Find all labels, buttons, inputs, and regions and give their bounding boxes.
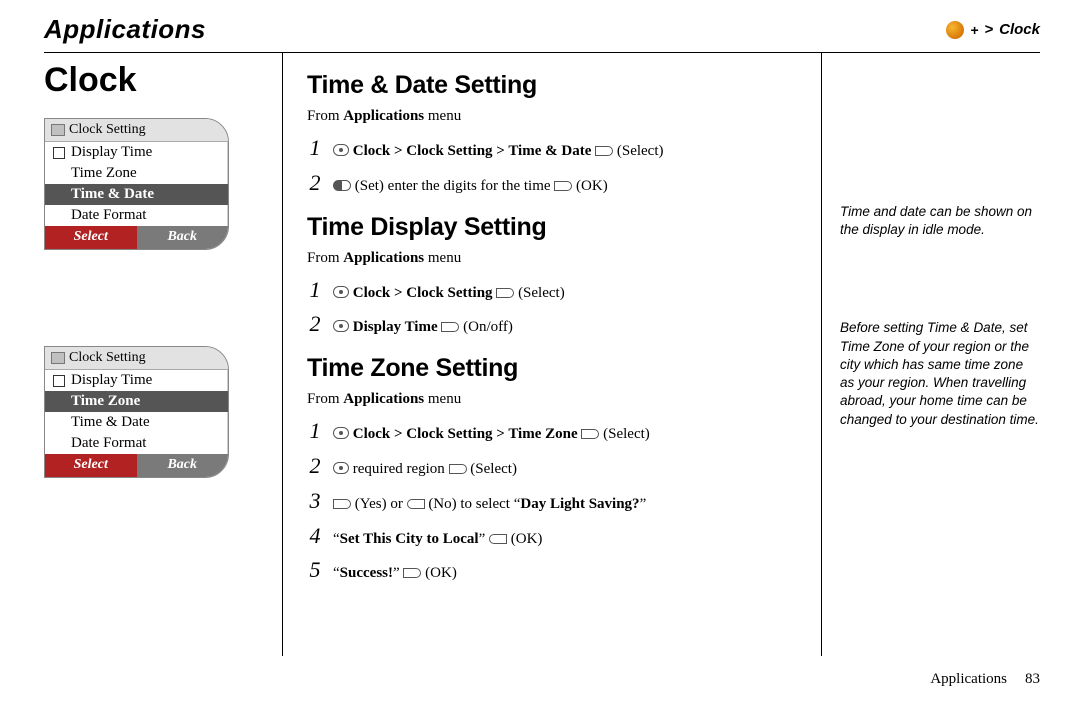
from-line: From Applications menu [307,391,797,408]
section-heading: Time Zone Setting [307,354,797,383]
nav-key-icon [333,286,349,298]
left-softkey-icon [595,146,613,156]
step-num: 5 [307,555,323,586]
step-num: 4 [307,521,323,552]
left-softkey-icon [496,288,514,298]
clock-setting-icon [51,124,65,136]
page-title: Clock [44,61,282,100]
right-softkey-icon [407,499,425,509]
step-body: required region (Select) [333,459,797,480]
globe-icon [946,21,964,39]
phone-softkeys: Select Back [45,454,228,477]
phone-screenshot-2: Clock Setting Display Time Time Zone Tim… [44,346,229,478]
phone-row: Display Time [45,142,228,163]
phone-row: Display Time [45,370,228,391]
clock-setting-icon [51,352,65,364]
page-header: Applications + > Clock [44,14,1040,45]
step: 1 Clock > Clock Setting > Time & Date (S… [307,133,797,164]
side-note: Time and date can be shown on the displa… [840,203,1040,239]
phone-title: Clock Setting [69,350,146,366]
phone-titlebar: Clock Setting [45,347,228,370]
phone-row: Time Zone [45,163,228,184]
step-body: Clock > Clock Setting (Select) [333,283,797,304]
step-num: 2 [307,168,323,199]
step: 2 (Set) enter the digits for the time (O… [307,168,797,199]
phone-row-selected: Time & Date [45,184,228,205]
softkey-select: Select [45,226,137,249]
step-num: 2 [307,451,323,482]
phone-row: Date Format [45,433,228,454]
step: 1 Clock > Clock Setting (Select) [307,275,797,306]
left-softkey-icon [581,429,599,439]
step: 3 (Yes) or (No) to select “Day Light Sav… [307,486,797,517]
footer-section: Applications [930,671,1007,688]
chevron-right-icon: > [984,21,993,38]
step-num: 2 [307,309,323,340]
left-softkey-icon [333,499,351,509]
softkey-back: Back [137,454,229,477]
notes-column: Time and date can be shown on the displa… [822,53,1040,656]
phone-title: Clock Setting [69,122,146,138]
phone-titlebar: Clock Setting [45,119,228,142]
nav-key-icon [333,462,349,474]
breadcrumb: + > Clock [946,21,1040,39]
step: 2 required region (Select) [307,451,797,482]
phone-row-selected: Time Zone [45,391,228,412]
breadcrumb-label: Clock [999,21,1040,38]
side-note: Before setting Time & Date, set Time Zon… [840,319,1040,428]
side-key-icon [333,180,351,191]
step-body: “Set This City to Local” (OK) [333,529,797,550]
section-title: Applications [44,14,206,45]
plus-icon: + [970,22,978,38]
left-softkey-icon [449,464,467,474]
step-num: 1 [307,275,323,306]
section-heading: Time & Date Setting [307,71,797,100]
phone-screenshot-1: Clock Setting Display Time Time Zone Tim… [44,118,229,250]
step-num: 1 [307,133,323,164]
checkbox-icon [53,375,65,387]
softkey-back: Back [137,226,229,249]
left-softkey-icon [441,322,459,332]
from-line: From Applications menu [307,250,797,267]
step-body: Display Time (On/off) [333,317,797,338]
step-body: (Yes) or (No) to select “Day Light Savin… [333,494,797,515]
phone-softkeys: Select Back [45,226,228,249]
step: 4 “Set This City to Local” (OK) [307,521,797,552]
page-number: 83 [1025,671,1040,688]
page-footer: Applications 83 [930,671,1040,688]
nav-key-icon [333,427,349,439]
step-num: 1 [307,416,323,447]
checkbox-icon [53,147,65,159]
nav-key-icon [333,320,349,332]
step-body: Clock > Clock Setting > Time Zone (Selec… [333,424,797,445]
section-heading: Time Display Setting [307,213,797,242]
page-body: Clock Clock Setting Display Time Time Zo… [44,52,1040,656]
nav-key-icon [333,144,349,156]
step-body: (Set) enter the digits for the time (OK) [333,176,797,197]
step-body: “Success!” (OK) [333,563,797,584]
step: 2 Display Time (On/off) [307,309,797,340]
left-column: Clock Clock Setting Display Time Time Zo… [44,53,282,656]
step-body: Clock > Clock Setting > Time & Date (Sel… [333,141,797,162]
step: 1 Clock > Clock Setting > Time Zone (Sel… [307,416,797,447]
step: 5 “Success!” (OK) [307,555,797,586]
left-softkey-icon [403,568,421,578]
from-line: From Applications menu [307,108,797,125]
step-num: 3 [307,486,323,517]
right-softkey-icon [489,534,507,544]
softkey-select: Select [45,454,137,477]
left-softkey-icon [554,181,572,191]
content-column: Time & Date Setting From Applications me… [282,53,822,656]
phone-row: Date Format [45,205,228,226]
phone-row: Time & Date [45,412,228,433]
